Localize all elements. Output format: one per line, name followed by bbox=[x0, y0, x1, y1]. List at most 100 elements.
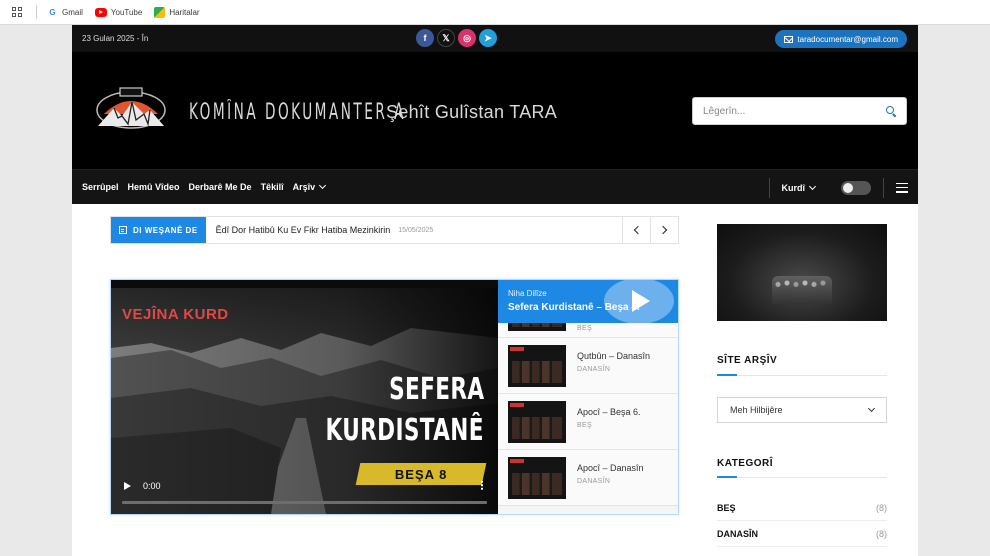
video-overlay-tag: VEJÎNA KURD bbox=[122, 306, 229, 323]
bookmark-haritalar[interactable]: Haritalar bbox=[154, 6, 200, 18]
menu-icon[interactable] bbox=[896, 182, 908, 193]
video-time: 0:00 bbox=[143, 481, 161, 491]
social-links: f 𝕏 ◎ ➤ bbox=[416, 29, 497, 47]
bookmarks-bar: G Gmail YouTube Haritalar bbox=[0, 0, 990, 25]
category-heading: KATEGORÎ bbox=[717, 458, 774, 469]
playlist-thumbnail bbox=[508, 457, 566, 499]
nav-item-archive[interactable]: Arşîv bbox=[293, 181, 327, 192]
video-playlist-block: VEJÎNA KURD SEFERA KURDISTANÊ BEŞA 8 0:0… bbox=[110, 279, 679, 515]
maps-icon bbox=[154, 6, 166, 18]
play-icon[interactable] bbox=[124, 482, 131, 490]
instagram-icon[interactable]: ◎ bbox=[458, 29, 476, 47]
playlist-item-title: Qutbûn – Danasîn bbox=[577, 351, 651, 361]
archive-select-value: Meh Hilbijêre bbox=[730, 405, 783, 415]
site-brand: KOMÎNA DOKUMANTER A bbox=[189, 100, 406, 125]
video-overlay-title-line1: SEFERA bbox=[388, 372, 484, 407]
chevron-down-icon bbox=[319, 181, 327, 190]
news-icon bbox=[119, 226, 127, 234]
ticker-navigation bbox=[622, 217, 678, 243]
chevron-right-icon bbox=[658, 225, 668, 235]
chevron-down-icon bbox=[808, 182, 817, 190]
news-ticker: DI WEŞANÊ DE Êdî Dor Hatibû Ku Ev Fikr H… bbox=[110, 216, 679, 244]
now-playing-label: Niha Dilîze bbox=[508, 289, 547, 298]
chevron-left-icon bbox=[633, 225, 643, 235]
playlist-item-category: BEŞ bbox=[577, 325, 592, 332]
playlist-item[interactable]: Apocî – Beşa 6. BEŞ bbox=[498, 394, 678, 450]
video-playlist: Niha Dilîze Sefera Kurdistanê – Beşa 8. … bbox=[498, 280, 678, 514]
nav-label: Hemû Vîdeo bbox=[127, 182, 180, 192]
video-progress-bar[interactable] bbox=[122, 501, 487, 504]
nav-divider bbox=[883, 177, 884, 198]
youtube-icon bbox=[94, 7, 107, 17]
site-subtitle: Şehît Gulîstan TARA bbox=[386, 102, 558, 122]
facebook-icon[interactable]: f bbox=[416, 29, 434, 47]
category-name: DANASÎN bbox=[717, 528, 759, 539]
site-logo[interactable] bbox=[92, 84, 170, 132]
ticker-next-button[interactable] bbox=[650, 217, 678, 243]
nav-item-contact[interactable]: Têkilî bbox=[261, 182, 284, 192]
ticker-prev-button[interactable] bbox=[622, 217, 650, 243]
search-box bbox=[692, 97, 907, 125]
video-player[interactable]: VEJÎNA KURD SEFERA KURDISTANÊ BEŞA 8 0:0… bbox=[111, 280, 498, 514]
nav-label: Têkilî bbox=[260, 182, 284, 192]
video-overlay-title-line2: KURDISTANÊ bbox=[325, 413, 484, 448]
dark-mode-toggle[interactable] bbox=[841, 180, 871, 195]
now-playing-header: Niha Dilîze Sefera Kurdistanê – Beşa 8. bbox=[498, 280, 678, 324]
category-item[interactable]: DANASÎN (8) bbox=[717, 521, 887, 547]
masthead: KOMÎNA DOKUMANTER A Şehît Gulîstan TARA bbox=[72, 52, 918, 169]
apps-grid-icon[interactable] bbox=[10, 5, 24, 19]
sidebar-banner-image[interactable] bbox=[717, 224, 887, 321]
ticker-label: DI WEŞANÊ DE bbox=[111, 217, 206, 243]
archive-heading-underline bbox=[717, 374, 887, 376]
playlist-thumbnail bbox=[508, 401, 566, 443]
nav-label: Serrûpel bbox=[82, 182, 119, 192]
bookmark-gmail[interactable]: G Gmail bbox=[47, 7, 83, 18]
website: 23 Gulan 2025 - În f 𝕏 ◎ ➤ taradocumenta… bbox=[72, 25, 918, 556]
nav-item-all-videos[interactable]: Hemû Vîdeo bbox=[128, 182, 180, 192]
telegram-icon[interactable]: ➤ bbox=[479, 29, 497, 47]
ticker-headline[interactable]: Êdî Dor Hatibû Ku Ev Fikr Hatiba Mezinki… bbox=[216, 225, 391, 235]
nav-item-about[interactable]: Derbarê Me De bbox=[189, 182, 252, 192]
nav-tools: Kurdî bbox=[757, 170, 908, 205]
playlist-item-category: BEŞ bbox=[577, 422, 592, 429]
category-count: (8) bbox=[876, 528, 887, 539]
language-switcher[interactable]: Kurdî bbox=[781, 182, 817, 193]
search-input[interactable] bbox=[703, 105, 886, 117]
playlist-item-title: Apocî – Beşa 6. bbox=[577, 407, 641, 417]
category-count: (8) bbox=[876, 502, 887, 513]
bookmarks-separator bbox=[36, 5, 37, 19]
category-item[interactable]: BEŞ (8) bbox=[717, 495, 887, 521]
category-name: BEŞ bbox=[717, 502, 736, 513]
video-controls: 0:00 bbox=[111, 474, 498, 514]
playlist-item[interactable]: Apocî – Danasîn DANASÎN bbox=[498, 450, 678, 506]
category-heading-underline bbox=[717, 476, 887, 478]
nav-divider bbox=[768, 177, 770, 198]
nav-label: Derbarê Me De bbox=[188, 182, 252, 192]
ticker-label-text: DI WEŞANÊ DE bbox=[133, 225, 198, 235]
bookmark-label: YouTube bbox=[110, 7, 143, 17]
ticker-date: 15/05/2025 bbox=[398, 226, 434, 234]
playlist-item-title: Apocî – Danasîn bbox=[577, 463, 644, 473]
top-bar: 23 Gulan 2025 - În f 𝕏 ◎ ➤ taradocumenta… bbox=[72, 25, 918, 52]
chevron-down-icon bbox=[867, 404, 876, 413]
email-button[interactable]: taradocumentar@gmail.com bbox=[775, 30, 907, 48]
search-icon[interactable] bbox=[886, 106, 896, 116]
bookmark-youtube[interactable]: YouTube bbox=[94, 7, 143, 17]
playlist-item-category: DANASÎN bbox=[577, 366, 611, 373]
envelope-icon bbox=[784, 35, 794, 43]
current-date: 23 Gulan 2025 - În bbox=[82, 34, 149, 43]
more-options-icon[interactable] bbox=[481, 480, 483, 490]
language-label: Kurdî bbox=[781, 182, 806, 193]
play-icon[interactable] bbox=[632, 290, 650, 312]
playlist-item[interactable]: Qutbûn – Danasîn DANASÎN bbox=[498, 338, 678, 394]
bookmark-label: Gmail bbox=[62, 7, 83, 17]
google-icon: G bbox=[49, 7, 56, 17]
archive-heading: SÎTE ARŞÎV bbox=[717, 355, 778, 366]
playlist-thumbnail bbox=[508, 345, 566, 387]
playlist-item-category: DANASÎN bbox=[577, 478, 611, 485]
archive-month-select[interactable]: Meh Hilbijêre bbox=[717, 397, 887, 423]
email-address: taradocumentar@gmail.com bbox=[797, 34, 898, 44]
main-nav: Serrûpel Hemû Vîdeo Derbarê Me De Têkilî… bbox=[72, 169, 918, 204]
nav-item-home[interactable]: Serrûpel bbox=[82, 182, 119, 192]
x-icon[interactable]: 𝕏 bbox=[437, 29, 455, 47]
